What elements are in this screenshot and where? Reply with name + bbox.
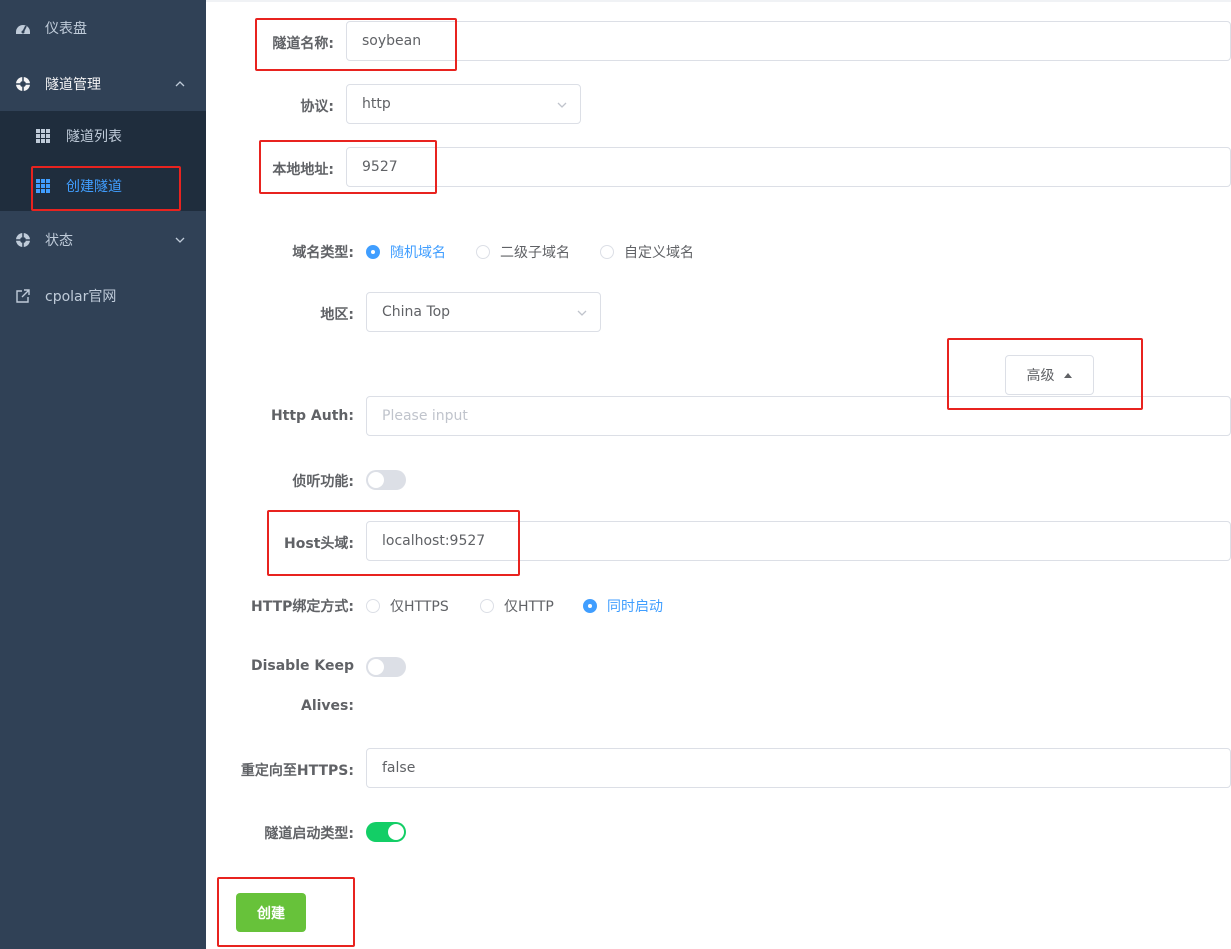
sidebar-item-label: 状态 <box>45 233 73 249</box>
submenu: 隧道列表 创建隧道 <box>0 111 206 211</box>
lifebuoy-icon <box>15 76 31 92</box>
sidebar-item-tunnel-management[interactable]: 隧道管理 <box>0 56 206 112</box>
radio-dot <box>583 599 597 613</box>
radio-label: 仅HTTP <box>504 599 554 615</box>
sidebar-item-label: 隧道列表 <box>66 129 122 145</box>
disable-keepalives-switch[interactable] <box>366 657 406 677</box>
disable-keepalives-label-line1: Disable Keep <box>250 658 354 674</box>
dashboard-icon <box>15 20 31 36</box>
listen-label: 侦听功能: <box>292 474 354 490</box>
region-label: 地区: <box>320 307 354 323</box>
advanced-label: 高级 <box>1026 368 1055 384</box>
radio-label: 同时启动 <box>607 599 663 615</box>
switch-knob <box>368 659 384 675</box>
protocol-value: http <box>362 96 391 112</box>
sidebar: 仪表盘 隧道管理 隧道列表 创建隧道 状态 cpolar官网 <box>0 0 206 949</box>
redirect-https-input[interactable]: false <box>366 748 1231 788</box>
sidebar-item-label: 仪表盘 <box>45 21 87 37</box>
tunnel-name-input[interactable]: soybean <box>346 21 1231 61</box>
host-header-label: Host头域: <box>284 536 354 552</box>
disable-keepalives-label-line2: Alives: <box>301 698 354 714</box>
divider <box>206 0 1231 2</box>
sidebar-item-label: 隧道管理 <box>45 77 101 93</box>
radio-https-only[interactable]: 仅HTTPS <box>366 596 449 616</box>
sidebar-item-label: 创建隧道 <box>66 179 122 195</box>
chevron-down-icon <box>576 307 588 319</box>
http-bind-label: HTTP绑定方式: <box>251 599 354 615</box>
region-value: China Top <box>382 304 451 320</box>
tunnel-name-label: 隧道名称: <box>272 36 334 52</box>
external-link-icon <box>15 288 31 304</box>
sidebar-item-create-tunnel[interactable]: 创建隧道 <box>0 161 206 211</box>
switch-knob <box>368 472 384 488</box>
protocol-label: 协议: <box>300 99 334 115</box>
local-address-label: 本地地址: <box>272 162 334 178</box>
sidebar-item-status[interactable]: 状态 <box>0 212 206 268</box>
table-icon <box>36 179 50 193</box>
start-type-label: 隧道启动类型: <box>264 826 354 842</box>
http-auth-label: Http Auth: <box>270 408 354 424</box>
redirect-https-label: 重定向至HTTPS: <box>240 763 354 779</box>
create-button[interactable]: 创建 <box>236 893 306 932</box>
sidebar-item-cpolar-site[interactable]: cpolar官网 <box>0 268 206 324</box>
lifebuoy-icon <box>15 232 31 248</box>
protocol-select[interactable]: http <box>346 84 581 124</box>
radio-label: 随机域名 <box>390 245 446 261</box>
start-type-switch[interactable] <box>366 822 406 842</box>
radio-dot <box>600 245 614 259</box>
local-address-input[interactable]: 9527 <box>346 147 1231 187</box>
radio-dot <box>366 599 380 613</box>
radio-subdomain[interactable]: 二级子域名 <box>476 242 570 262</box>
domain-type-label: 域名类型: <box>292 245 354 261</box>
sidebar-item-dashboard[interactable]: 仪表盘 <box>0 0 206 56</box>
radio-label: 二级子域名 <box>500 245 570 261</box>
create-tunnel-form: 隧道名称: soybean 协议: http 本地地址: 9527 域名类型: … <box>206 0 1231 949</box>
radio-random-domain[interactable]: 随机域名 <box>366 242 446 262</box>
radio-dot <box>366 245 380 259</box>
caret-up-icon <box>1063 371 1073 379</box>
advanced-toggle-button[interactable]: 高级 <box>1005 355 1094 395</box>
sidebar-item-tunnel-list[interactable]: 隧道列表 <box>0 111 206 161</box>
radio-label: 自定义域名 <box>624 245 694 261</box>
region-select[interactable]: China Top <box>366 292 601 332</box>
radio-dot <box>480 599 494 613</box>
chevron-down-icon <box>174 234 186 246</box>
switch-knob <box>388 824 404 840</box>
radio-label: 仅HTTPS <box>390 599 449 615</box>
radio-http-only[interactable]: 仅HTTP <box>480 596 554 616</box>
radio-dot <box>476 245 490 259</box>
chevron-down-icon <box>556 99 568 111</box>
sidebar-item-label: cpolar官网 <box>45 289 117 305</box>
listen-switch[interactable] <box>366 470 406 490</box>
radio-custom-domain[interactable]: 自定义域名 <box>600 242 694 262</box>
radio-both[interactable]: 同时启动 <box>583 596 663 616</box>
http-auth-input[interactable]: Please input <box>366 396 1231 436</box>
host-header-input[interactable]: localhost:9527 <box>366 521 1231 561</box>
chevron-up-icon <box>174 78 186 90</box>
table-icon <box>36 129 50 143</box>
